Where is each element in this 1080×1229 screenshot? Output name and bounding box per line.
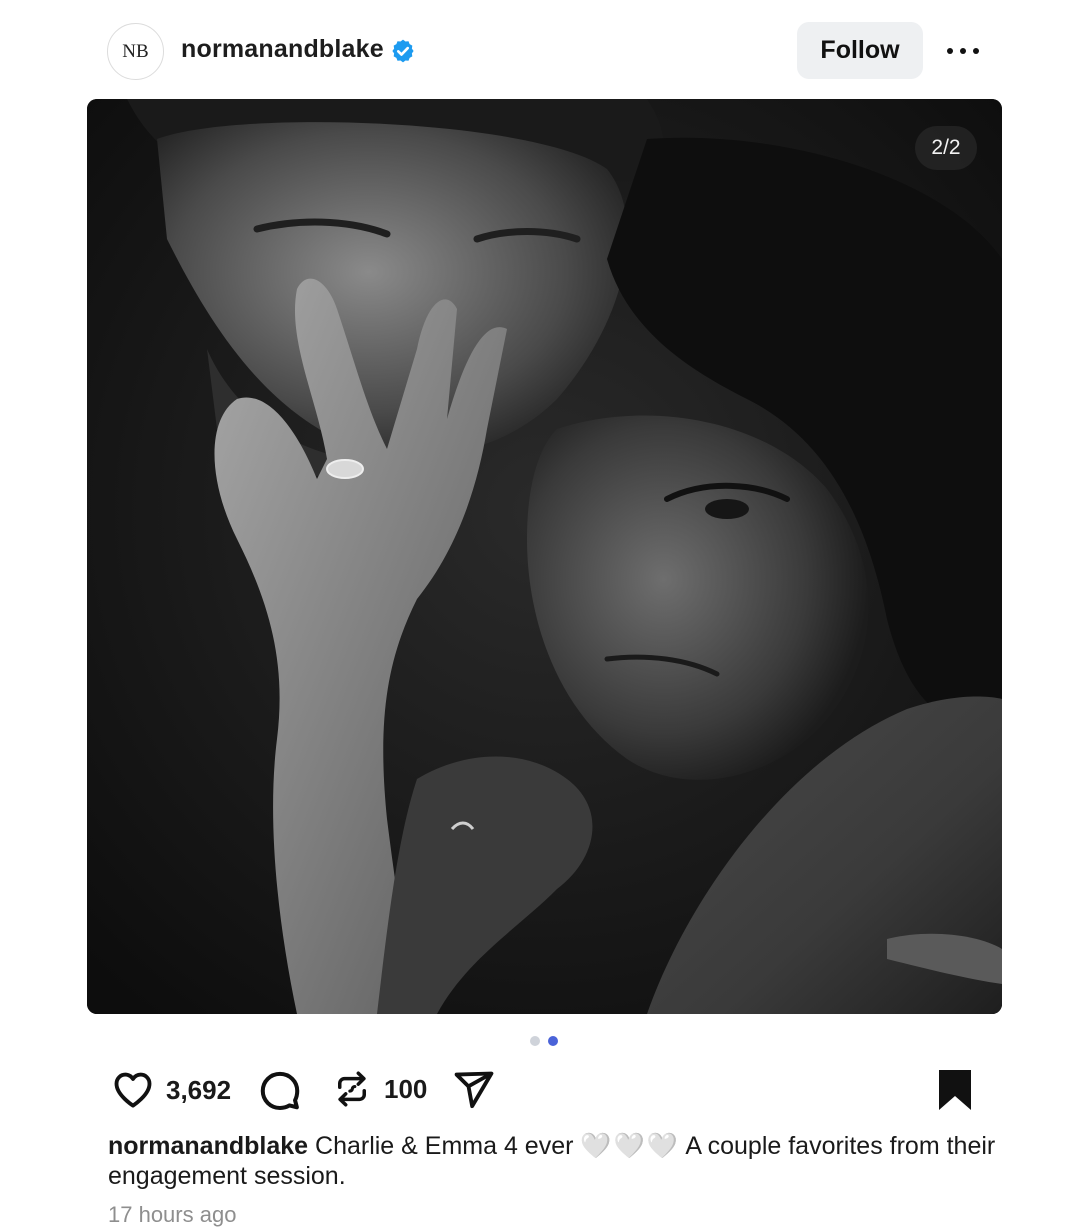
- heart-icon: [114, 1072, 152, 1108]
- more-options-icon[interactable]: [943, 38, 983, 64]
- post-username[interactable]: normanandblake: [181, 35, 384, 64]
- like-button[interactable]: 3,692: [110, 1068, 231, 1112]
- carousel-dot-active[interactable]: [548, 1036, 558, 1046]
- repost-count: 100: [384, 1073, 428, 1104]
- carousel-dot[interactable]: [530, 1036, 540, 1046]
- slide-counter: 2/2: [915, 126, 977, 170]
- verified-badge-icon: [392, 39, 414, 63]
- bookmark-icon: [939, 1070, 971, 1110]
- avatar[interactable]: NB: [107, 23, 164, 80]
- avatar-initials: NB: [122, 40, 149, 62]
- caption-username[interactable]: normanandblake: [108, 1132, 308, 1160]
- comment-icon: [260, 1071, 300, 1110]
- repost-icon: [338, 1071, 366, 1107]
- save-button[interactable]: [937, 1070, 973, 1110]
- carousel-indicator: [530, 1036, 558, 1046]
- like-count: 3,692: [166, 1074, 232, 1105]
- comment-button[interactable]: [258, 1068, 302, 1112]
- caption-hearts: 🤍🤍🤍: [580, 1132, 680, 1161]
- share-icon: [454, 1071, 494, 1109]
- post-image[interactable]: [87, 99, 1002, 1014]
- follow-button[interactable]: Follow: [797, 22, 923, 79]
- repost-button[interactable]: 100: [331, 1066, 427, 1112]
- post-caption: normanandblake Charlie & Emma 4 ever 🤍🤍🤍…: [108, 1131, 1008, 1191]
- caption-text: Charlie & Emma 4 ever: [315, 1132, 574, 1160]
- post-timestamp: 17 hours ago: [108, 1202, 237, 1227]
- share-button[interactable]: [452, 1068, 496, 1112]
